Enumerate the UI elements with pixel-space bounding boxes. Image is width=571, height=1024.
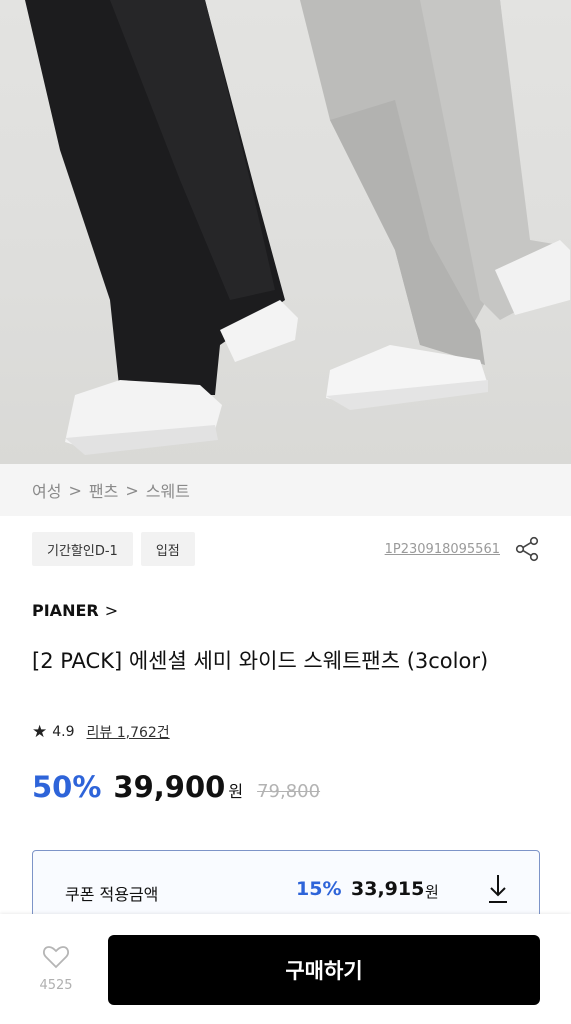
original-price: 79,800 — [257, 781, 321, 802]
buy-button[interactable]: 구매하기 — [108, 935, 540, 1005]
period-discount-badge: 기간할인D-1 — [32, 532, 133, 566]
breadcrumb-item[interactable]: 팬츠 — [89, 478, 118, 502]
breadcrumb: 여성 > 팬츠 > 스웨트 — [0, 464, 571, 516]
product-code[interactable]: 1P230918095561 — [385, 542, 500, 557]
coupon-price: 33,915 — [351, 878, 425, 900]
sweatpants-photo — [25, 0, 570, 455]
breadcrumb-separator: > — [125, 480, 139, 500]
coupon-currency: 원 — [425, 883, 439, 901]
rating-score: 4.9 — [52, 724, 75, 740]
product-title: [2 PACK] 에센셜 세미 와이드 스웨트팬츠 (3color) — [32, 649, 489, 673]
heart-icon — [42, 946, 70, 969]
chevron-right-icon: > — [104, 601, 119, 620]
like-button[interactable]: 4525 — [28, 944, 84, 1004]
breadcrumb-separator: > — [68, 480, 82, 500]
like-count: 4525 — [39, 978, 73, 993]
store-badge: 입점 — [140, 532, 195, 566]
star-icon: ★ — [32, 722, 48, 742]
review-link[interactable]: 리뷰 1,762건 — [87, 722, 170, 742]
breadcrumb-item[interactable]: 여성 — [32, 478, 61, 502]
product-hero-image[interactable] — [0, 0, 571, 464]
brand-name: PIANER — [32, 601, 99, 620]
bottom-action-bar: 4525 구매하기 — [0, 914, 571, 1024]
currency-unit: 원 — [228, 782, 244, 801]
share-icon[interactable] — [514, 536, 540, 562]
breadcrumb-item[interactable]: 스웨트 — [146, 478, 190, 502]
price-row: 50% 39,900 원 79,800 — [32, 770, 320, 804]
coupon-discount: 15% — [296, 878, 342, 900]
sale-price: 39,900 — [113, 770, 226, 804]
coupon-label: 쿠폰 적용금액 — [65, 885, 159, 904]
tag-row: 기간할인D-1 입점 1P230918095561 — [32, 531, 540, 567]
brand-link[interactable]: PIANER > — [32, 601, 118, 620]
download-icon[interactable] — [485, 871, 511, 907]
discount-rate: 50% — [32, 770, 102, 804]
rating-row: ★ 4.9 리뷰 1,762건 — [32, 722, 170, 742]
